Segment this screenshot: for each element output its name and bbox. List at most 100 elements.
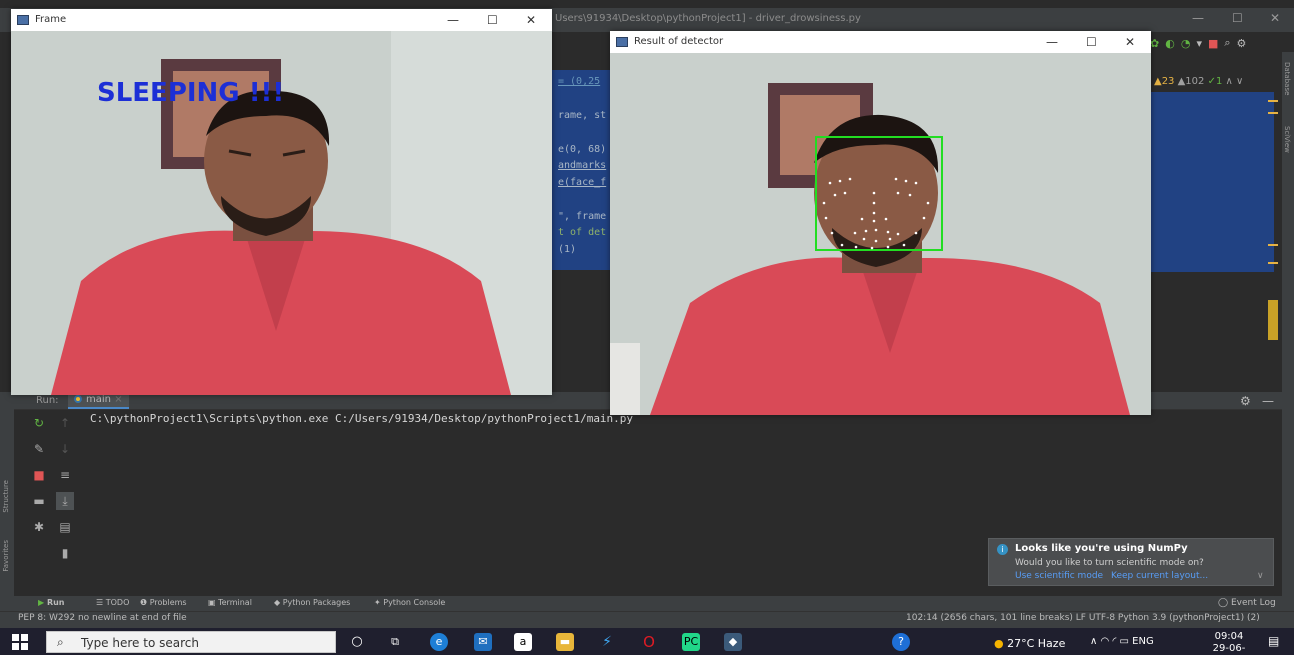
minimize-icon[interactable]: — xyxy=(1262,394,1274,408)
database-tool-tab[interactable]: Database xyxy=(1283,62,1291,95)
stop-icon[interactable]: ■ xyxy=(30,466,48,484)
sleeping-overlay-text: SLEEPING !!! xyxy=(97,78,284,108)
code-line[interactable]: e(0, 68) xyxy=(558,144,606,155)
packages-icon: ◆ xyxy=(274,598,281,607)
run-tab-main[interactable]: main × xyxy=(68,393,129,409)
event-log-icon: ◯ xyxy=(1218,598,1229,608)
notification-center-icon[interactable]: ▤ xyxy=(1268,634,1279,648)
notification-body: Would you like to turn scientific mode o… xyxy=(1015,558,1204,568)
ide-title: Users\91934\Desktop\pythonProject1] - dr… xyxy=(555,13,861,24)
code-line[interactable]: (1) xyxy=(558,244,576,255)
scroll-to-end-icon[interactable]: ⤓ xyxy=(56,492,74,510)
chevron-up-icon[interactable]: ∧ xyxy=(1090,636,1097,647)
chevron-up-icon[interactable]: ∧ xyxy=(1226,76,1233,87)
wifi-icon[interactable]: ◜ xyxy=(1112,636,1116,647)
vscode-icon[interactable]: ⚡ xyxy=(598,633,616,651)
file-explorer-icon[interactable]: ▬ xyxy=(556,633,574,651)
mail-icon[interactable]: ✉ xyxy=(474,633,492,651)
edge-icon[interactable]: e xyxy=(430,633,448,651)
taskbar-search-box[interactable]: ⌕ Type here to search xyxy=(46,631,336,653)
task-view-icon[interactable]: ⧉ xyxy=(386,633,404,651)
inspection-widget[interactable]: ▲23 ▲102 ✓1 ∧ ∨ xyxy=(1154,76,1243,87)
favorites-tool-tab[interactable]: Favorites xyxy=(2,540,10,572)
python-app-icon[interactable]: ◆ xyxy=(724,633,742,651)
play-icon: ▶ xyxy=(38,598,45,607)
tool-tab-python-packages[interactable]: ◆ Python Packages xyxy=(274,598,350,607)
close-button[interactable]: ✕ xyxy=(526,13,536,27)
code-line[interactable]: rame, st xyxy=(558,110,606,121)
minimize-button[interactable]: — xyxy=(1046,35,1058,49)
maximize-button[interactable]: ☐ xyxy=(1086,35,1097,49)
structure-tool-tab[interactable]: Structure xyxy=(2,480,10,513)
console-output[interactable]: C:\pythonProject1\Scripts\python.exe C:/… xyxy=(90,412,633,425)
ide-minimize-button[interactable]: — xyxy=(1192,11,1204,25)
ide-toolbar: ✿ ◐ ◔ ▾ ■ ⌕ ⚙ xyxy=(1150,34,1294,52)
pin-icon[interactable]: ✱ xyxy=(30,518,48,536)
tool-tab-terminal[interactable]: ▣ Terminal xyxy=(208,598,252,607)
code-line[interactable]: t of det xyxy=(558,227,606,238)
keep-current-layout-link[interactable]: Keep current layout... xyxy=(1111,571,1208,581)
arrow-down-icon[interactable]: ↓ xyxy=(56,440,74,458)
tool-tab-run[interactable]: ▶ Run xyxy=(38,598,65,607)
chevron-down-icon[interactable]: ∨ xyxy=(1236,76,1243,87)
debug-icon[interactable]: ✿ xyxy=(1150,37,1159,50)
status-details[interactable]: 102:14 (2656 chars, 101 line breaks) LF … xyxy=(906,613,1260,623)
code-line[interactable]: = (0,25 xyxy=(558,76,600,87)
tray-clock[interactable]: 09:04 29-06-2021 xyxy=(1206,631,1252,655)
sciview-tool-tab[interactable]: SciView xyxy=(1283,126,1291,153)
code-line[interactable]: ", frame xyxy=(558,211,606,222)
detector-titlebar[interactable]: Result of detector — ☐ ✕ xyxy=(610,31,1151,53)
amazon-icon[interactable]: a xyxy=(514,633,532,651)
event-log-tab[interactable]: ◯ Event Log xyxy=(1218,598,1276,608)
ide-maximize-button[interactable]: ☐ xyxy=(1232,11,1243,25)
code-line[interactable]: e(face_f xyxy=(558,177,606,188)
tool-tab-python-console[interactable]: ✦ Python Console xyxy=(374,598,445,607)
cortana-icon[interactable]: ○ xyxy=(348,633,366,651)
rerun-icon[interactable]: ↻ xyxy=(30,414,48,432)
error-stripe-marker[interactable] xyxy=(1268,112,1278,114)
search-icon: ⌕ xyxy=(57,635,64,649)
frame-window: Frame — ☐ ✕ SLEEPING !!! xyxy=(11,9,552,395)
tool-tab-todo[interactable]: ☰ TODO xyxy=(96,598,129,607)
maximize-button[interactable]: ☐ xyxy=(487,13,498,27)
close-button[interactable]: ✕ xyxy=(1125,35,1135,49)
dropdown-icon[interactable]: ▾ xyxy=(1196,37,1202,50)
gear-icon[interactable]: ⚙ xyxy=(1240,394,1251,408)
trash-icon[interactable]: ▮ xyxy=(56,544,74,562)
help-icon[interactable]: ? xyxy=(892,633,910,651)
settings-icon[interactable]: ⚙ xyxy=(1237,37,1247,50)
code-line[interactable]: andmarks xyxy=(558,160,606,171)
search-everywhere-icon[interactable]: ⌕ xyxy=(1224,36,1230,50)
opera-icon[interactable]: O xyxy=(640,633,658,651)
tool-tab-run-label: Run xyxy=(46,598,65,607)
error-stripe-marker[interactable] xyxy=(1268,100,1278,102)
problems-icon: ❶ xyxy=(140,598,148,607)
frame-titlebar[interactable]: Frame — ☐ ✕ xyxy=(11,9,552,31)
status-message[interactable]: PEP 8: W292 no newline at end of file xyxy=(18,613,187,623)
network-icon[interactable]: ◠ xyxy=(1101,636,1110,647)
language-indicator[interactable]: ENG xyxy=(1132,636,1154,647)
use-scientific-mode-link[interactable]: Use scientific mode xyxy=(1015,571,1103,581)
pycharm-icon[interactable]: PC xyxy=(682,633,700,651)
profile-icon[interactable]: ◔ xyxy=(1181,37,1191,50)
wrench-icon[interactable]: ✎ xyxy=(30,440,48,458)
layout-icon[interactable]: ▬ xyxy=(30,492,48,510)
tool-tab-problems[interactable]: ❶ Problems xyxy=(140,598,187,607)
windows-start-icon[interactable] xyxy=(12,634,28,650)
error-stripe-marker[interactable] xyxy=(1268,262,1278,264)
tray-weather[interactable]: ● 27°C Haze xyxy=(994,637,1065,650)
minimize-button[interactable]: — xyxy=(447,13,459,27)
close-tab-icon[interactable]: × xyxy=(114,394,122,405)
chevron-down-icon[interactable]: ∨ xyxy=(1257,571,1264,581)
ide-close-button[interactable]: ✕ xyxy=(1270,11,1280,25)
error-stripe-block[interactable] xyxy=(1268,300,1278,340)
tool-tab-python-packages-label: Python Packages xyxy=(282,598,351,607)
volume-icon[interactable]: ▭ xyxy=(1120,636,1129,647)
soft-wrap-icon[interactable]: ≡ xyxy=(56,466,74,484)
arrow-up-icon[interactable]: ↑ xyxy=(56,414,74,432)
coverage-icon[interactable]: ◐ xyxy=(1165,37,1175,50)
stop-icon[interactable]: ■ xyxy=(1208,37,1218,50)
print-icon[interactable]: ▤ xyxy=(56,518,74,536)
detector-camera-feed xyxy=(610,53,1151,415)
error-stripe-marker[interactable] xyxy=(1268,244,1278,246)
